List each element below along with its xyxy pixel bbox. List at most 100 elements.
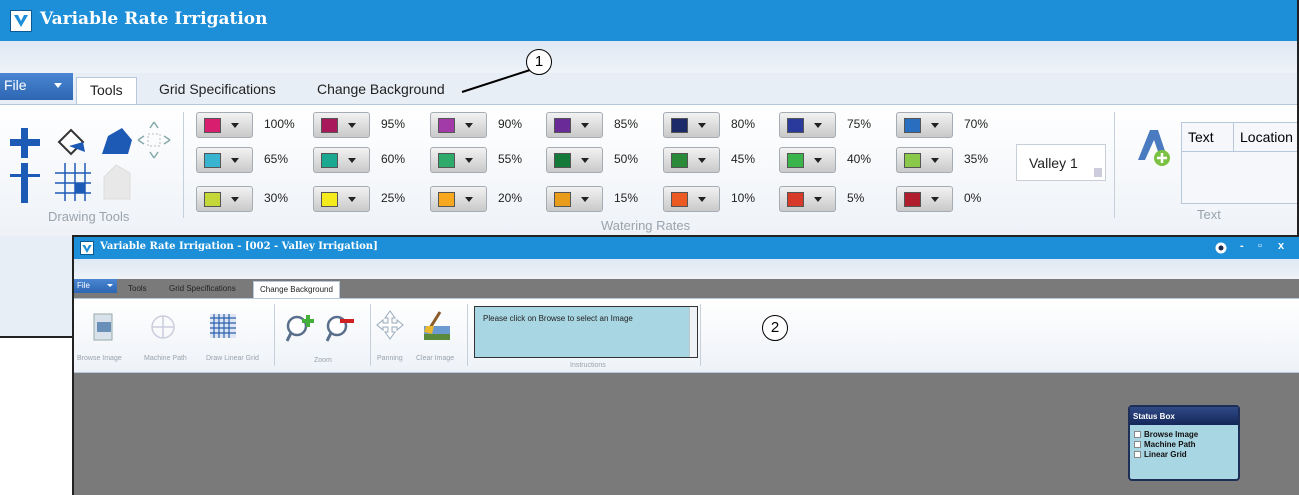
watering-rate-color-button[interactable] [663,147,720,173]
watering-rate-color-button[interactable] [663,112,720,138]
ribbon-separator [274,304,275,366]
chevron-down-icon [54,83,62,88]
chevron-down-icon [231,197,239,202]
watering-rate-color-button[interactable] [779,112,836,138]
status-item-label: Linear Grid [1144,450,1187,459]
checkbox[interactable] [1134,441,1141,448]
valley-logo-icon [10,10,32,32]
chevron-down-icon [931,197,939,202]
color-swatch [671,153,688,168]
chevron-down-icon [698,197,706,202]
watering-rate-percent: 95% [381,117,406,131]
zoom-label: Zoom [314,357,332,364]
paint-bucket-icon[interactable] [55,126,91,158]
chevron-down-icon [465,197,473,202]
watering-rate-color-button[interactable] [430,147,487,173]
browse-image-label: Browse Image [77,355,122,362]
watering-rate-color-button[interactable] [196,186,253,212]
zoom-out-icon[interactable] [326,313,356,343]
watering-rate-percent: 45% [731,152,756,166]
chevron-down-icon [581,158,589,163]
tab-grid-specifications[interactable]: Grid Specifications [169,281,236,298]
grid-cell-icon[interactable] [55,163,91,201]
checkbox[interactable] [1134,431,1141,438]
status-item-linear-grid[interactable]: Linear Grid [1134,450,1187,459]
clear-image-icon[interactable] [420,310,452,342]
chevron-down-icon [698,123,706,128]
tab-change-background[interactable]: Change Background [253,281,340,298]
watering-rate-color-button[interactable] [196,147,253,173]
tab-change-background[interactable]: Change Background [317,77,445,105]
color-swatch [204,118,221,133]
panning-icon[interactable] [376,310,404,340]
instructions-text: Please click on Browse to select an Imag… [483,314,633,323]
watering-rate-percent: 5% [847,191,865,205]
maximize-icon[interactable]: ▫ [1258,240,1262,252]
second-window: Variable Rate Irrigation - [002 - Valley… [72,235,1299,495]
vertical-line-icon[interactable] [10,163,40,203]
menu-strip [0,41,1297,73]
tab-grid-specifications[interactable]: Grid Specifications [159,77,276,105]
status-item-label: Browse Image [1144,430,1199,439]
color-swatch [438,192,455,207]
move-arrows-icon[interactable] [136,120,172,160]
status-item-machine-path[interactable]: Machine Path [1134,440,1196,449]
spinner-icon[interactable] [1094,168,1102,177]
settings-icon[interactable] [1215,242,1227,254]
minimize-icon[interactable]: - [1240,240,1244,252]
watering-rate-percent: 0% [964,191,982,205]
watering-rate-color-button[interactable] [663,186,720,212]
status-item-browse-image[interactable]: Browse Image [1134,430,1198,439]
watering-rate-color-button[interactable] [546,186,603,212]
watering-rate-color-button[interactable] [896,186,953,212]
watering-rate-color-button[interactable] [896,112,953,138]
tab-tools[interactable]: Tools [76,77,137,105]
close-icon[interactable]: x [1278,240,1284,252]
watering-rate-color-button[interactable] [779,186,836,212]
checkbox[interactable] [1134,451,1141,458]
machine-path-icon[interactable] [150,312,176,342]
watering-rate-color-button[interactable] [313,186,370,212]
watering-rate-percent: 85% [614,117,639,131]
watering-rate-percent: 60% [381,152,406,166]
status-item-label: Machine Path [1144,440,1196,449]
file-menu-button[interactable]: File [0,73,73,100]
zoom-in-icon[interactable] [286,313,316,343]
tab-label: Grid Specifications [159,81,276,97]
watering-rate-color-button[interactable] [196,112,253,138]
watering-rate-color-button[interactable] [546,147,603,173]
watering-rate-color-button[interactable] [546,112,603,138]
valley-selector[interactable]: Valley 1 [1016,144,1106,181]
watering-rate-percent: 55% [498,152,523,166]
file-menu-button[interactable]: File [74,279,117,293]
watering-rate-color-button[interactable] [313,147,370,173]
watering-rate-color-button[interactable] [313,112,370,138]
watering-rate-color-button[interactable] [896,147,953,173]
watering-rate-percent: 40% [847,152,872,166]
instructions-scrollbar[interactable] [689,307,697,357]
watering-rate-percent: 100% [264,117,295,131]
tab-label: Change Background [317,81,445,97]
grid-line-icon[interactable] [10,128,40,158]
chevron-down-icon [931,123,939,128]
watering-rate-percent: 80% [731,117,756,131]
tab-label: Grid Specifications [169,284,236,293]
watering-rate-color-button[interactable] [779,147,836,173]
watering-rate-color-button[interactable] [430,186,487,212]
disabled-shape-icon[interactable] [100,163,134,201]
color-swatch [438,118,455,133]
linear-grid-icon[interactable] [210,314,236,338]
chevron-down-icon [814,158,822,163]
watering-rate-color-button[interactable] [430,112,487,138]
add-text-icon[interactable] [1134,126,1172,166]
watering-rate-percent: 90% [498,117,523,131]
clear-image-label: Clear Image [416,355,455,362]
tab-tools[interactable]: Tools [128,281,147,298]
callout-2: 2 [762,315,788,341]
polygon-shape-icon[interactable] [100,126,134,156]
color-swatch [671,118,688,133]
color-swatch [904,118,921,133]
chevron-down-icon [931,158,939,163]
drawing-tools-label: Drawing Tools [48,209,130,224]
browse-image-icon[interactable] [92,312,116,342]
